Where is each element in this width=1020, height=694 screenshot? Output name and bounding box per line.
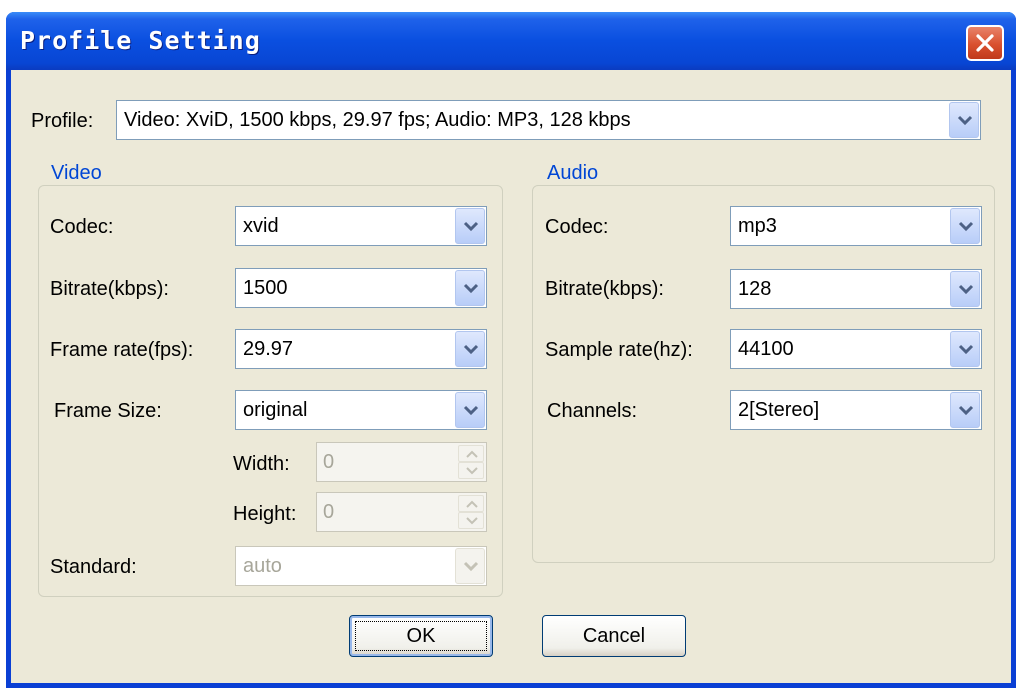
video-height-value: 0 bbox=[323, 501, 335, 523]
chevron-down-icon bbox=[463, 283, 479, 294]
audio-sample-rate-value: 44100 bbox=[738, 338, 794, 360]
chevron-down-icon bbox=[463, 344, 479, 355]
video-standard-label: Standard: bbox=[50, 556, 137, 578]
audio-channels-label: Channels: bbox=[547, 400, 638, 422]
video-standard-dropdown-button[interactable] bbox=[455, 548, 485, 584]
audio-channels-value: 2[Stereo] bbox=[738, 399, 820, 421]
close-button[interactable] bbox=[966, 25, 1004, 61]
video-codec-dropdown-button[interactable] bbox=[455, 208, 485, 244]
video-standard-select[interactable]: auto bbox=[235, 546, 487, 586]
spin-down-icon bbox=[466, 517, 478, 525]
audio-codec-label: Codec: bbox=[545, 216, 609, 238]
audio-bitrate-select[interactable]: 128 bbox=[730, 269, 982, 309]
width-spin-up-button[interactable] bbox=[458, 445, 484, 462]
title-bar[interactable]: Profile Setting bbox=[6, 12, 1016, 70]
video-group-title: Video bbox=[47, 162, 106, 185]
chevron-down-icon bbox=[463, 561, 479, 572]
profile-value: Video: XviD, 1500 kbps, 29.97 fps; Audio… bbox=[124, 109, 631, 131]
audio-group-title: Audio bbox=[543, 162, 603, 185]
video-bitrate-value: 1500 bbox=[243, 277, 288, 299]
height-spin-down-button[interactable] bbox=[458, 512, 484, 529]
video-frame-rate-value: 29.97 bbox=[243, 338, 294, 360]
chevron-down-icon bbox=[957, 115, 973, 126]
audio-bitrate-dropdown-button[interactable] bbox=[950, 271, 980, 307]
dialog-body: Profile: Video: XviD, 1500 kbps, 29.97 f… bbox=[11, 70, 1011, 683]
audio-channels-dropdown-button[interactable] bbox=[950, 392, 980, 428]
profile-label: Profile: bbox=[31, 110, 94, 132]
ok-button[interactable]: OK bbox=[349, 615, 493, 657]
width-spin-down-button[interactable] bbox=[458, 462, 484, 479]
audio-codec-select[interactable]: mp3 bbox=[730, 206, 982, 246]
spin-up-icon bbox=[466, 500, 478, 508]
video-width-spinbox[interactable]: 0 bbox=[316, 442, 487, 482]
audio-sample-rate-select[interactable]: 44100 bbox=[730, 329, 982, 369]
video-codec-value: xvid bbox=[243, 215, 279, 237]
video-frame-size-dropdown-button[interactable] bbox=[455, 392, 485, 428]
chevron-down-icon bbox=[958, 284, 974, 295]
spin-down-icon bbox=[466, 467, 478, 475]
chevron-down-icon bbox=[463, 221, 479, 232]
cancel-button-label: Cancel bbox=[582, 625, 646, 647]
chevron-down-icon bbox=[958, 344, 974, 355]
spin-up-icon bbox=[466, 450, 478, 458]
audio-codec-dropdown-button[interactable] bbox=[950, 208, 980, 244]
close-icon bbox=[976, 34, 994, 52]
video-bitrate-select[interactable]: 1500 bbox=[235, 268, 487, 308]
video-bitrate-dropdown-button[interactable] bbox=[455, 270, 485, 306]
profile-dropdown-button[interactable] bbox=[949, 102, 979, 138]
cancel-button[interactable]: Cancel bbox=[542, 615, 686, 657]
audio-bitrate-value: 128 bbox=[738, 278, 772, 300]
video-bitrate-label: Bitrate(kbps): bbox=[50, 278, 169, 300]
audio-sample-rate-label: Sample rate(hz): bbox=[545, 339, 693, 361]
chevron-down-icon bbox=[463, 405, 479, 416]
focus-rectangle bbox=[355, 621, 487, 651]
window-title: Profile Setting bbox=[20, 26, 261, 55]
audio-codec-value: mp3 bbox=[738, 215, 777, 237]
video-width-label: Width: bbox=[233, 453, 290, 475]
video-frame-rate-dropdown-button[interactable] bbox=[455, 331, 485, 367]
video-frame-size-value: original bbox=[243, 399, 308, 421]
video-frame-rate-label: Frame rate(fps): bbox=[50, 339, 194, 361]
video-frame-rate-select[interactable]: 29.97 bbox=[235, 329, 487, 369]
chevron-down-icon bbox=[958, 221, 974, 232]
audio-sample-rate-dropdown-button[interactable] bbox=[950, 331, 980, 367]
height-spin-up-button[interactable] bbox=[458, 495, 484, 512]
audio-channels-select[interactable]: 2[Stereo] bbox=[730, 390, 982, 430]
profile-setting-dialog: Profile Setting Profile: Video: XviD, 15… bbox=[6, 12, 1016, 688]
profile-select[interactable]: Video: XviD, 1500 kbps, 29.97 fps; Audio… bbox=[116, 100, 981, 140]
video-width-value: 0 bbox=[323, 451, 335, 473]
audio-bitrate-label: Bitrate(kbps): bbox=[545, 278, 664, 300]
video-codec-label: Codec: bbox=[50, 216, 114, 238]
video-height-spinbox[interactable]: 0 bbox=[316, 492, 487, 532]
video-height-label: Height: bbox=[233, 503, 297, 525]
video-codec-select[interactable]: xvid bbox=[235, 206, 487, 246]
video-frame-size-label: Frame Size: bbox=[54, 400, 162, 422]
chevron-down-icon bbox=[958, 405, 974, 416]
video-frame-size-select[interactable]: original bbox=[235, 390, 487, 430]
video-standard-value: auto bbox=[243, 555, 282, 577]
